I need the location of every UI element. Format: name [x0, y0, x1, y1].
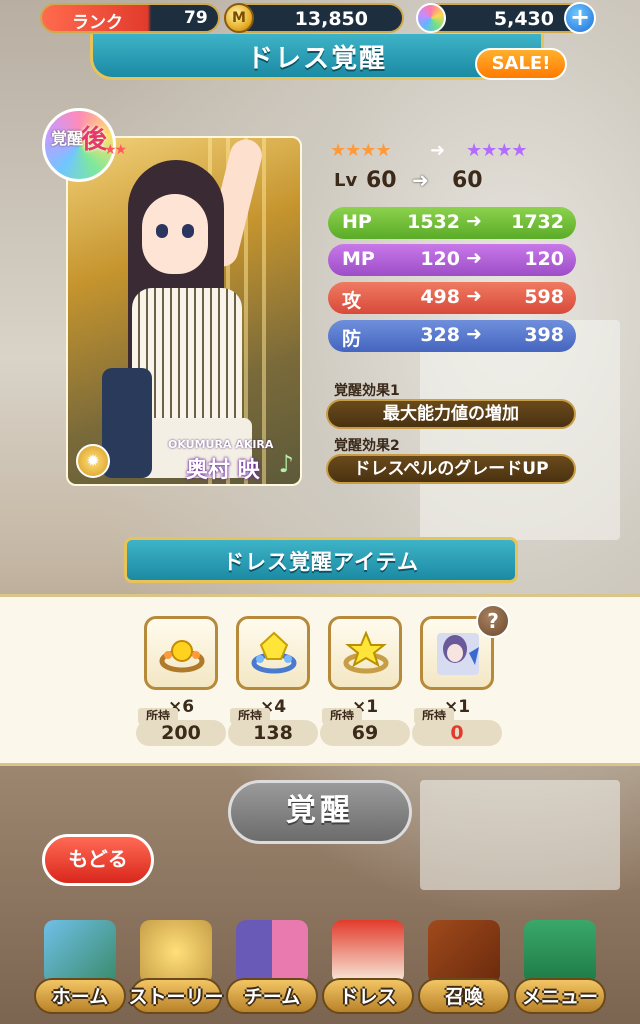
effect-2-label: 覚醒効果2	[334, 438, 400, 454]
rank-label: ランク	[72, 13, 123, 33]
item-slot-1[interactable]: ×6	[144, 616, 218, 717]
effect-1-label: 覚醒効果1	[334, 383, 400, 399]
rarity-after: ★★★★	[466, 140, 528, 161]
stat-label: HP	[342, 211, 372, 233]
nav-label: チーム	[243, 986, 301, 1008]
stat-after: 398	[524, 324, 564, 346]
nav-team[interactable]: チーム	[222, 912, 322, 1024]
item-slot-2[interactable]: ×4	[236, 616, 310, 717]
emblem-icon	[140, 920, 212, 984]
effect-1-value: 最大能力値の増加	[326, 399, 576, 429]
card-character-name: 奥村 映	[186, 458, 260, 483]
items-header: ドレス覚醒アイテム	[124, 537, 518, 583]
stat-hp: HP 1532 ➜ 1732	[328, 207, 576, 239]
character-card-item-icon	[437, 633, 479, 675]
nav-label: 召喚	[444, 986, 483, 1008]
nav-summon[interactable]: 召喚	[414, 912, 514, 1024]
nav-story[interactable]: ストーリー	[126, 912, 226, 1024]
rarity-before: ★★★★	[330, 140, 392, 161]
stat-after: 598	[524, 286, 564, 308]
awaken-button[interactable]: 覚醒	[228, 780, 412, 844]
team-icon	[236, 920, 308, 984]
music-note-icon: ♪	[278, 450, 294, 478]
sale-button[interactable]: SALE!	[475, 48, 567, 80]
stat-before: 328	[420, 324, 460, 346]
level-after: 60	[452, 168, 483, 193]
add-gems-button[interactable]: +	[564, 2, 596, 34]
rank-value: 79	[184, 8, 208, 28]
card-rarity-stars: ★★	[104, 142, 127, 158]
item-slot-3[interactable]: ×1	[328, 616, 402, 717]
page-title: ドレス覚醒	[246, 44, 387, 74]
level-arrow-icon: ➜	[412, 168, 429, 192]
attribute-medal-icon: ✹	[76, 444, 110, 478]
yellow-gem-ring-icon	[251, 631, 297, 674]
stat-before: 1532	[407, 211, 460, 233]
music-book-icon	[428, 920, 500, 984]
nav-label: メニュー	[521, 986, 598, 1008]
stat-before: 498	[420, 286, 460, 308]
character-card[interactable]: ✹ OKUMURA AKIRA 奥村 映 ♪	[66, 136, 302, 486]
coin-value: 13,850	[294, 8, 368, 30]
stat-label: 攻	[342, 290, 362, 312]
owned-value: 69	[320, 720, 410, 746]
nav-label: ホーム	[51, 986, 109, 1008]
rarity-arrow-icon: ➜	[430, 140, 446, 161]
stat-arrow-icon: ➜	[466, 323, 482, 345]
back-button[interactable]: もどる	[42, 834, 154, 886]
menu-board-icon	[524, 920, 596, 984]
nav-menu[interactable]: メニュー	[510, 912, 610, 1024]
card-romaji-name: OKUMURA AKIRA	[168, 438, 274, 451]
owned-value: 138	[228, 720, 318, 746]
stat-defense: 防 328 ➜ 398	[328, 320, 576, 352]
bottom-nav: ホーム ストーリー チーム ドレス 召喚 メニュー	[0, 912, 640, 1024]
stat-label: 防	[342, 328, 362, 350]
character-art-face	[142, 194, 208, 274]
coin-icon: M	[224, 3, 254, 33]
rainbow-gem-icon	[416, 3, 446, 33]
stat-after: 1732	[511, 211, 564, 233]
character-art-eye	[156, 224, 168, 238]
stat-after: 120	[524, 248, 564, 270]
stat-mp: MP 120 ➜ 120	[328, 244, 576, 276]
yellow-ring-icon	[159, 640, 205, 673]
stat-attack: 攻 498 ➜ 598	[328, 282, 576, 314]
level-label: Lv	[334, 170, 358, 191]
stat-before: 120	[420, 248, 460, 270]
help-question-button[interactable]: ?	[476, 604, 510, 638]
nav-dress[interactable]: ドレス	[318, 912, 418, 1024]
owned-value: 200	[136, 720, 226, 746]
map-icon	[44, 920, 116, 984]
stat-label: MP	[342, 248, 375, 270]
gem-display: 5,430 +	[416, 2, 596, 34]
nav-label: ストーリー	[128, 986, 224, 1008]
nav-label: ドレス	[339, 986, 397, 1008]
items-header-title: ドレス覚醒アイテム	[223, 550, 419, 574]
owned-value: 0	[412, 720, 502, 746]
effect-2-value: ドレスペルのグレードUP	[326, 454, 576, 484]
rank-display: ランク 79	[40, 3, 220, 33]
currency-bar: ランク 79 M 13,850 5,430 +	[0, 0, 640, 36]
nav-home[interactable]: ホーム	[30, 912, 130, 1024]
stat-arrow-icon: ➜	[466, 285, 482, 307]
star-gem-ring-icon	[343, 631, 389, 674]
gem-value: 5,430	[493, 8, 554, 30]
dress-icon	[332, 920, 404, 984]
badge-awaken-text: 覚醒	[51, 129, 84, 148]
level-before: 60	[366, 168, 397, 193]
stat-arrow-icon: ➜	[466, 247, 482, 269]
items-panel	[0, 594, 640, 766]
level-row: Lv 60 ➜ 60	[334, 168, 483, 198]
stat-arrow-icon: ➜	[466, 210, 482, 232]
character-art-eye	[182, 224, 194, 238]
coin-display: M 13,850	[224, 3, 404, 33]
